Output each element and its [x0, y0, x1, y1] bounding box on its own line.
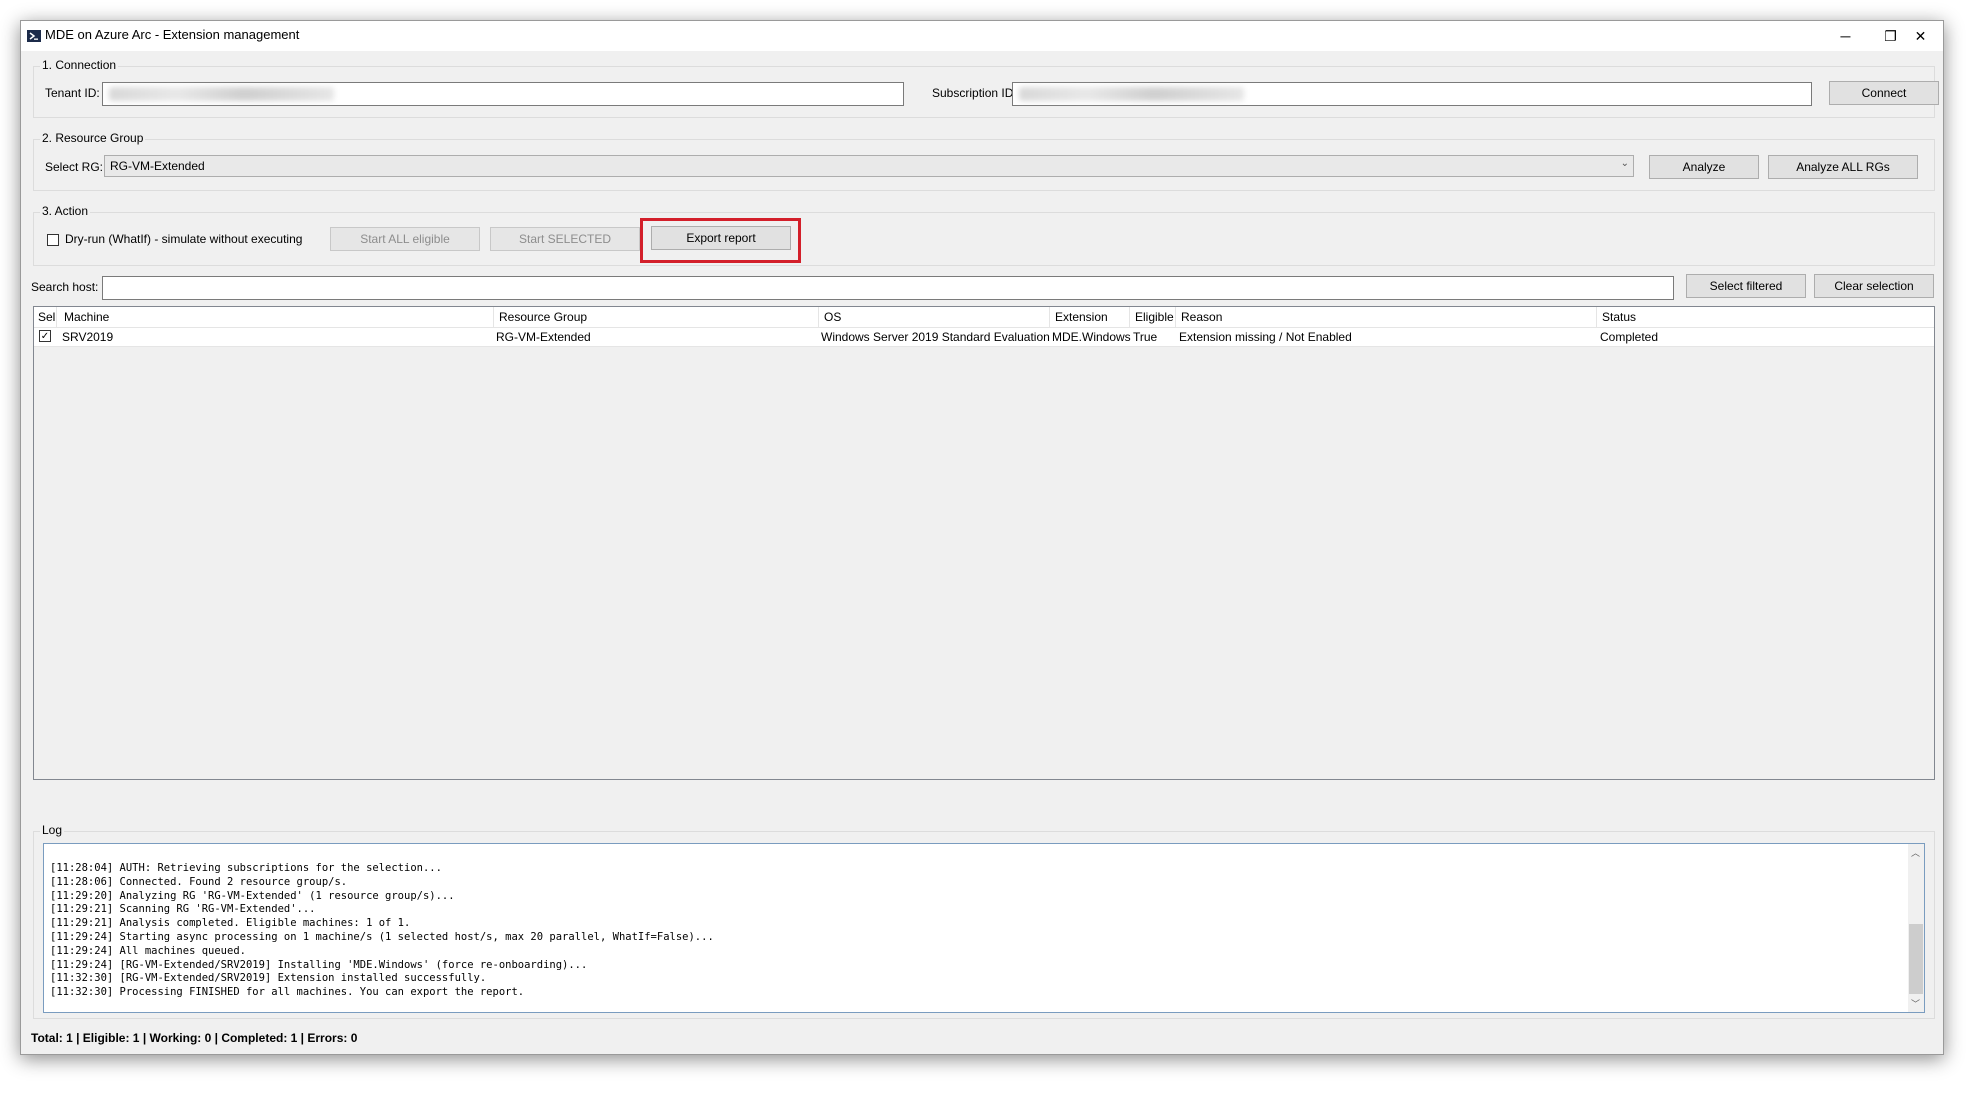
machines-grid[interactable]: Sel Machine Resource Group OS Extension …	[33, 306, 1935, 780]
resource-group-group: 2. Resource Group Select RG: RG-VM-Exten…	[33, 131, 1935, 191]
column-header-machine[interactable]: Machine	[64, 310, 109, 324]
start-selected-button[interactable]: Start SELECTED	[490, 227, 640, 251]
analyze-all-button[interactable]: Analyze ALL RGs	[1768, 155, 1918, 179]
minimize-button[interactable]: ─	[1823, 21, 1868, 51]
column-header-reason[interactable]: Reason	[1181, 310, 1222, 324]
cell-resource-group: RG-VM-Extended	[496, 330, 591, 344]
select-filtered-button[interactable]: Select filtered	[1686, 274, 1806, 298]
column-header-status[interactable]: Status	[1602, 310, 1636, 324]
redacted-value	[1019, 87, 1244, 101]
chevron-down-icon: ⌄	[1620, 158, 1629, 169]
powershell-icon	[27, 30, 41, 42]
select-rg-label: Select RG:	[45, 160, 104, 174]
chevron-up-icon[interactable]: ︿	[1911, 846, 1920, 859]
cell-eligible: True	[1133, 330, 1158, 344]
log-legend: Log	[40, 823, 65, 837]
search-label: Search host:	[31, 280, 99, 294]
column-header-resource-group[interactable]: Resource Group	[499, 310, 587, 324]
close-button[interactable]: ✕	[1898, 21, 1943, 51]
start-all-button[interactable]: Start ALL eligible	[330, 227, 480, 251]
analyze-button[interactable]: Analyze	[1649, 155, 1759, 179]
column-header-os[interactable]: OS	[824, 310, 841, 324]
tenant-id-input[interactable]	[102, 82, 904, 106]
subscription-label: Subscription ID:	[932, 86, 1017, 100]
subscription-id-input[interactable]	[1012, 82, 1812, 106]
resource-group-legend: 2. Resource Group	[40, 131, 146, 145]
column-separator[interactable]	[56, 307, 57, 327]
column-separator[interactable]	[493, 307, 494, 327]
dry-run-checkbox[interactable]	[47, 234, 59, 246]
status-bar: Total: 1 | Eligible: 1 | Working: 0 | Co…	[31, 1031, 358, 1045]
column-header-eligible[interactable]: Eligible	[1135, 310, 1174, 324]
cell-os: Windows Server 2019 Standard Evaluation	[821, 330, 1050, 344]
cell-extension: MDE.Windows	[1052, 330, 1131, 344]
chevron-down-icon[interactable]: ﹀	[1911, 997, 1920, 1010]
row-select-checkbox[interactable]: ✓	[39, 330, 51, 342]
cell-machine: SRV2019	[62, 330, 114, 344]
window-title: MDE on Azure Arc - Extension management	[45, 27, 300, 42]
log-scrollbar[interactable]: ︿ ﹀	[1908, 844, 1924, 1012]
action-group: 3. Action Dry-run (WhatIf) - simulate wi…	[33, 204, 1935, 266]
scrollbar-thumb[interactable]	[1909, 924, 1923, 994]
tenant-label: Tenant ID:	[45, 86, 100, 100]
column-separator[interactable]	[1049, 307, 1050, 327]
redacted-value	[109, 87, 334, 101]
title-bar: MDE on Azure Arc - Extension management …	[21, 21, 1943, 51]
connection-group: 1. Connection Tenant ID: Subscription ID…	[33, 58, 1939, 118]
column-separator[interactable]	[1596, 307, 1597, 327]
log-text: [11:28:04] AUTH: Retrieving subscription…	[50, 862, 714, 999]
column-separator[interactable]	[1175, 307, 1176, 327]
column-header-extension[interactable]: Extension	[1055, 310, 1108, 324]
grid-header: Sel Machine Resource Group OS Extension …	[34, 307, 1934, 328]
connect-button[interactable]: Connect	[1829, 81, 1939, 105]
column-header-sel[interactable]: Sel	[38, 310, 55, 324]
table-row[interactable]: ✓ SRV2019 RG-VM-Extended Windows Server …	[34, 328, 1934, 347]
search-input[interactable]	[102, 276, 1674, 300]
app-window: MDE on Azure Arc - Extension management …	[20, 20, 1944, 1055]
export-report-button[interactable]: Export report	[651, 226, 791, 250]
cell-status: Completed	[1600, 330, 1659, 344]
rg-dropdown[interactable]: RG-VM-Extended ⌄	[104, 155, 1634, 177]
rg-dropdown-value: RG-VM-Extended	[110, 159, 205, 173]
column-separator[interactable]	[1129, 307, 1130, 327]
dry-run-label: Dry-run (WhatIf) - simulate without exec…	[65, 232, 303, 246]
log-textbox[interactable]: [11:28:04] AUTH: Retrieving subscription…	[43, 843, 1925, 1013]
cell-reason: Extension missing / Not Enabled	[1179, 330, 1352, 344]
action-legend: 3. Action	[40, 204, 91, 218]
column-separator[interactable]	[818, 307, 819, 327]
connection-legend: 1. Connection	[40, 58, 119, 72]
clear-selection-button[interactable]: Clear selection	[1814, 274, 1934, 298]
